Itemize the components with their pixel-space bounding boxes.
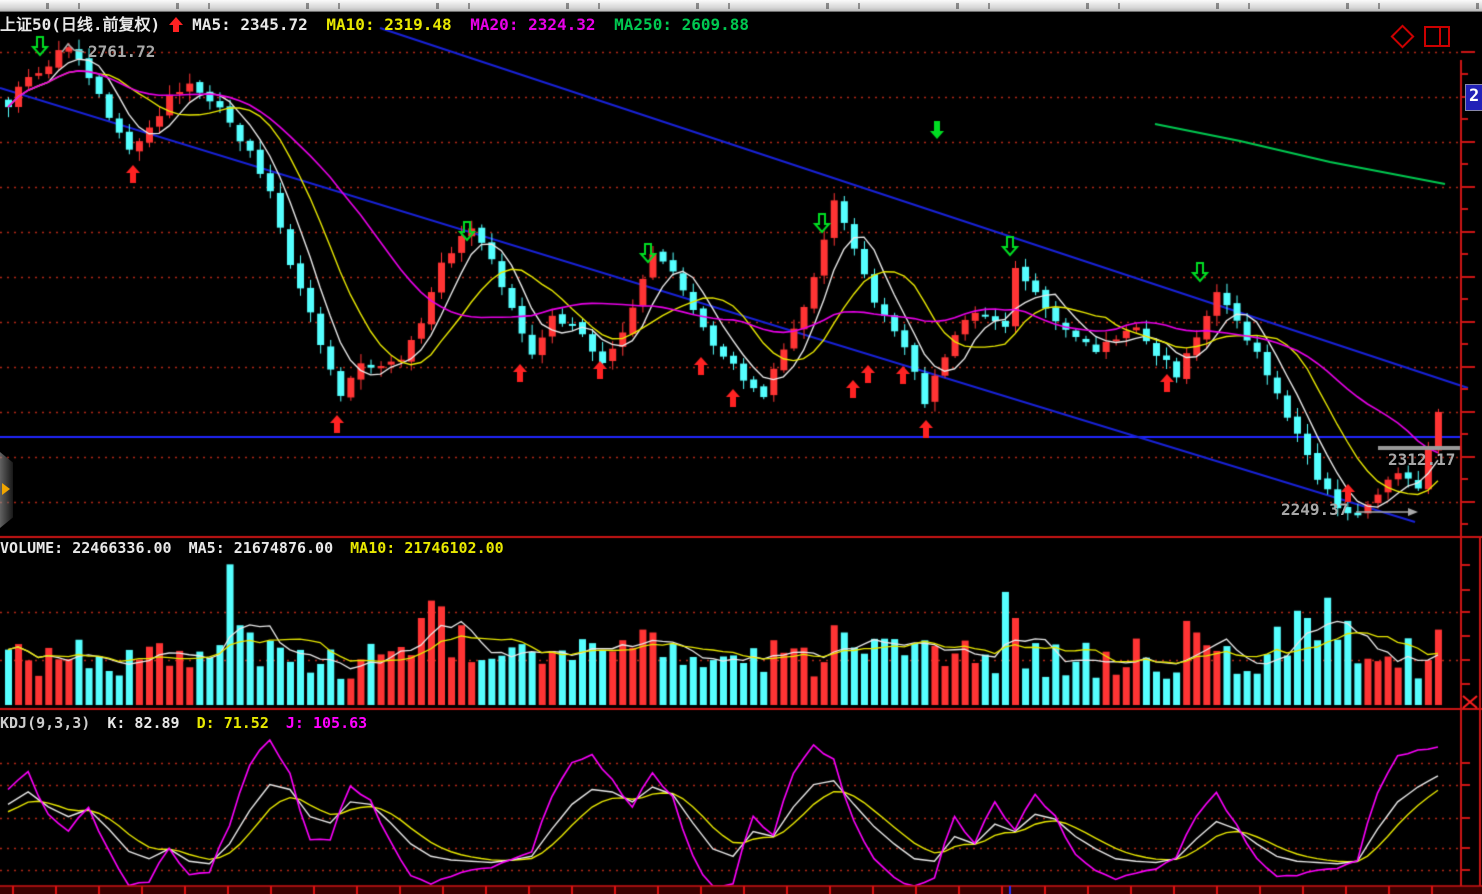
right-axis-price-badge: 2 [1465, 84, 1482, 111]
period-high-label: 2761.72 [88, 44, 155, 60]
volume-ma5-value: MA5: 21674876.00 [189, 539, 334, 557]
volume-value: VOLUME: 22466336.00 [0, 539, 172, 557]
kdj-j-value: J: 105.63 [286, 714, 367, 732]
expand-arrow-icon [2, 483, 10, 495]
ma10-value: MA10: 2319.48 [326, 15, 451, 34]
volume-panel-header: VOLUME: 22466336.00 MA5: 21674876.00 MA1… [0, 541, 512, 556]
ma20-value: MA20: 2324.32 [470, 15, 595, 34]
ma5-value: MA5: 2345.72 [192, 15, 308, 34]
chart-split-window-icon[interactable] [1424, 26, 1450, 47]
volume-ma10-value: MA10: 21746102.00 [350, 539, 504, 557]
sidebar-expand-handle[interactable] [0, 452, 13, 528]
top-toolbar[interactable] [0, 0, 1482, 12]
ma250-value: MA250: 2609.88 [614, 15, 749, 34]
kdj-d-value: D: 71.52 [197, 714, 269, 732]
kdj-panel-header: KDJ(9,3,3) K: 82.89 D: 71.52 J: 105.63 [0, 716, 375, 731]
last-price-label: 2312.17 [1388, 452, 1455, 468]
kdj-k-value: K: 82.89 [107, 714, 179, 732]
toolbar-clipped-items [0, 3, 1482, 9]
symbol-title: 上证50(日线.前复权) [0, 15, 160, 34]
chart-canvas[interactable] [0, 0, 1482, 894]
period-low-label: 2249.37 [1281, 502, 1348, 518]
main-chart-header: 上证50(日线.前复权) MA5: 2345.72 MA10: 2319.48 M… [0, 17, 758, 33]
trading-app-window: 上证50(日线.前复权) MA5: 2345.72 MA10: 2319.48 M… [0, 0, 1482, 894]
buy-signal-up-arrow-icon [169, 17, 183, 32]
kdj-title: KDJ(9,3,3) [0, 714, 90, 732]
